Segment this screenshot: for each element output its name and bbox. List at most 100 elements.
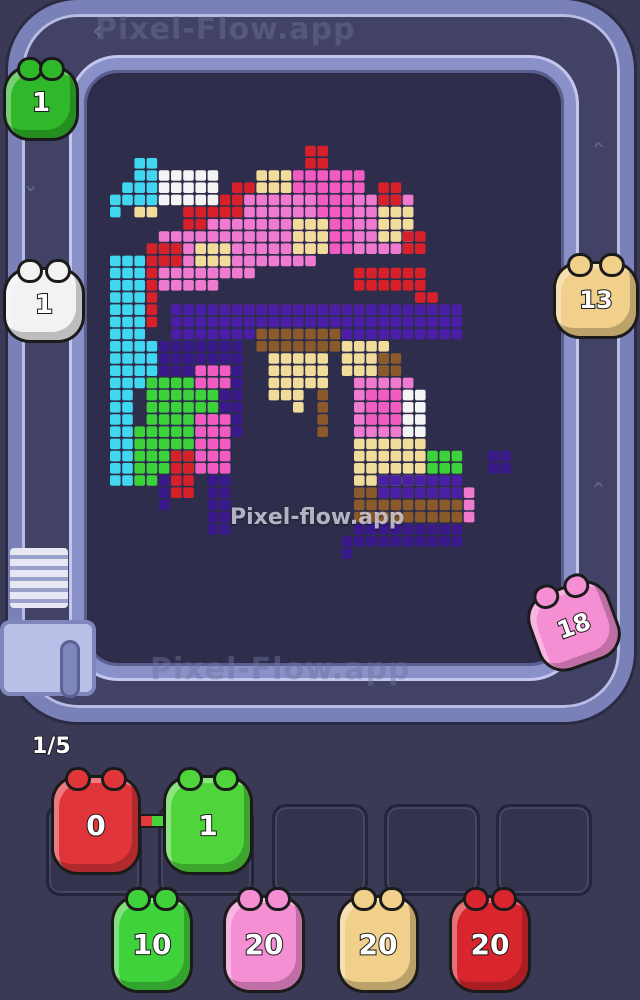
pixel-block — [158, 243, 170, 254]
pixel-block — [158, 463, 170, 474]
slot-3[interactable] — [272, 804, 368, 896]
pixel-block — [317, 389, 328, 401]
pixel-block — [317, 158, 328, 169]
pixel-block — [256, 170, 267, 181]
blob-ear — [128, 890, 148, 908]
pixel-block — [378, 475, 389, 486]
pixel-block — [427, 292, 438, 303]
pixel-block — [366, 316, 377, 328]
pixel-block — [415, 475, 426, 486]
pixel-block — [280, 365, 292, 376]
pixel-block — [378, 414, 389, 425]
pixel-block — [195, 316, 206, 328]
pixel-block — [219, 377, 231, 389]
pixel-block — [378, 280, 389, 291]
queue-count: 20 — [244, 927, 285, 962]
pixel-block — [366, 414, 377, 425]
pixel-block — [134, 475, 145, 486]
pixel-block — [183, 353, 194, 364]
pixel-block — [158, 426, 170, 437]
pixel-block — [146, 267, 158, 279]
pixel-block — [329, 304, 341, 315]
pixel-block — [329, 243, 341, 254]
pixel-block — [158, 475, 170, 486]
pixel-block — [402, 463, 414, 474]
shooter-white[interactable]: 1 — [6, 262, 82, 340]
pixel-block — [219, 328, 231, 340]
shooter-green[interactable]: 1 — [6, 60, 76, 138]
pixel-block — [293, 255, 304, 267]
pixel-block — [207, 219, 219, 230]
slot-count: 0 — [85, 808, 107, 843]
pixel-block — [451, 450, 463, 462]
pixel-block — [146, 389, 158, 401]
pixel-block — [183, 487, 194, 498]
slot-4[interactable] — [384, 804, 480, 896]
pixel-block — [195, 219, 206, 230]
pixel-block — [122, 475, 133, 486]
pixel-block — [415, 450, 426, 462]
pixel-block — [366, 280, 377, 291]
pixel-block — [463, 499, 475, 511]
pixel-block — [378, 426, 389, 437]
slot-shooter-green[interactable]: 1 — [166, 770, 250, 872]
pixel-block — [366, 194, 377, 206]
pixel-block — [122, 341, 133, 352]
pixel-block — [110, 194, 121, 206]
pixel-block — [134, 304, 145, 315]
pixel-block — [171, 231, 182, 242]
pixel-block — [354, 450, 365, 462]
pixel-block — [402, 402, 414, 413]
pixel-block — [110, 316, 121, 328]
pixel-block — [134, 280, 145, 291]
pixel-block — [317, 145, 328, 157]
pixel-block — [183, 219, 194, 230]
pixel-block — [207, 243, 219, 254]
pixel-block — [354, 280, 365, 291]
pixel-block — [329, 170, 341, 181]
slot-5[interactable] — [496, 804, 592, 896]
pixel-block — [122, 292, 133, 303]
queue-shooter-pink[interactable]: 20 — [226, 890, 302, 990]
pixel-block — [427, 487, 438, 498]
queue-shooter-red[interactable]: 20 — [452, 890, 528, 990]
pixel-block — [207, 280, 219, 291]
pixel-block — [134, 194, 145, 206]
queue-shooter-tan[interactable]: 20 — [340, 890, 416, 990]
pixel-block — [256, 219, 267, 230]
pixel-block — [280, 182, 292, 193]
pixel-block — [207, 389, 219, 401]
blob-ear — [354, 890, 374, 908]
pixel-block — [354, 243, 365, 254]
pixel-block — [402, 438, 414, 450]
pixel-block — [305, 206, 316, 218]
pixel-block — [329, 219, 341, 230]
pixel-block — [415, 304, 426, 315]
pixel-block — [207, 304, 219, 315]
pixel-block — [402, 414, 414, 425]
pixel-block — [207, 255, 219, 267]
pixel-block — [293, 316, 304, 328]
pixel-block — [122, 280, 133, 291]
pixel-block — [280, 377, 292, 389]
pixel-block — [354, 365, 365, 376]
pixel-block — [366, 402, 377, 413]
pixel-block — [244, 267, 255, 279]
pixel-block — [317, 182, 328, 193]
pixel-block — [110, 463, 121, 474]
shooter-tan[interactable]: 13 — [556, 256, 636, 336]
pixel-block — [378, 365, 389, 376]
pixel-block — [402, 316, 414, 328]
pixel-block — [451, 524, 463, 535]
pixel-block — [378, 328, 389, 340]
pixel-block — [171, 194, 182, 206]
pixel-block — [183, 475, 194, 486]
pixel-block — [317, 304, 328, 315]
pixel-block — [354, 475, 365, 486]
pixel-block — [366, 243, 377, 254]
pixel-block — [378, 231, 389, 242]
queue-shooter-green[interactable]: 10 — [114, 890, 190, 990]
pixel-block — [439, 316, 450, 328]
slot-shooter-red[interactable]: 0 — [54, 770, 138, 872]
pixel-block — [146, 280, 158, 291]
